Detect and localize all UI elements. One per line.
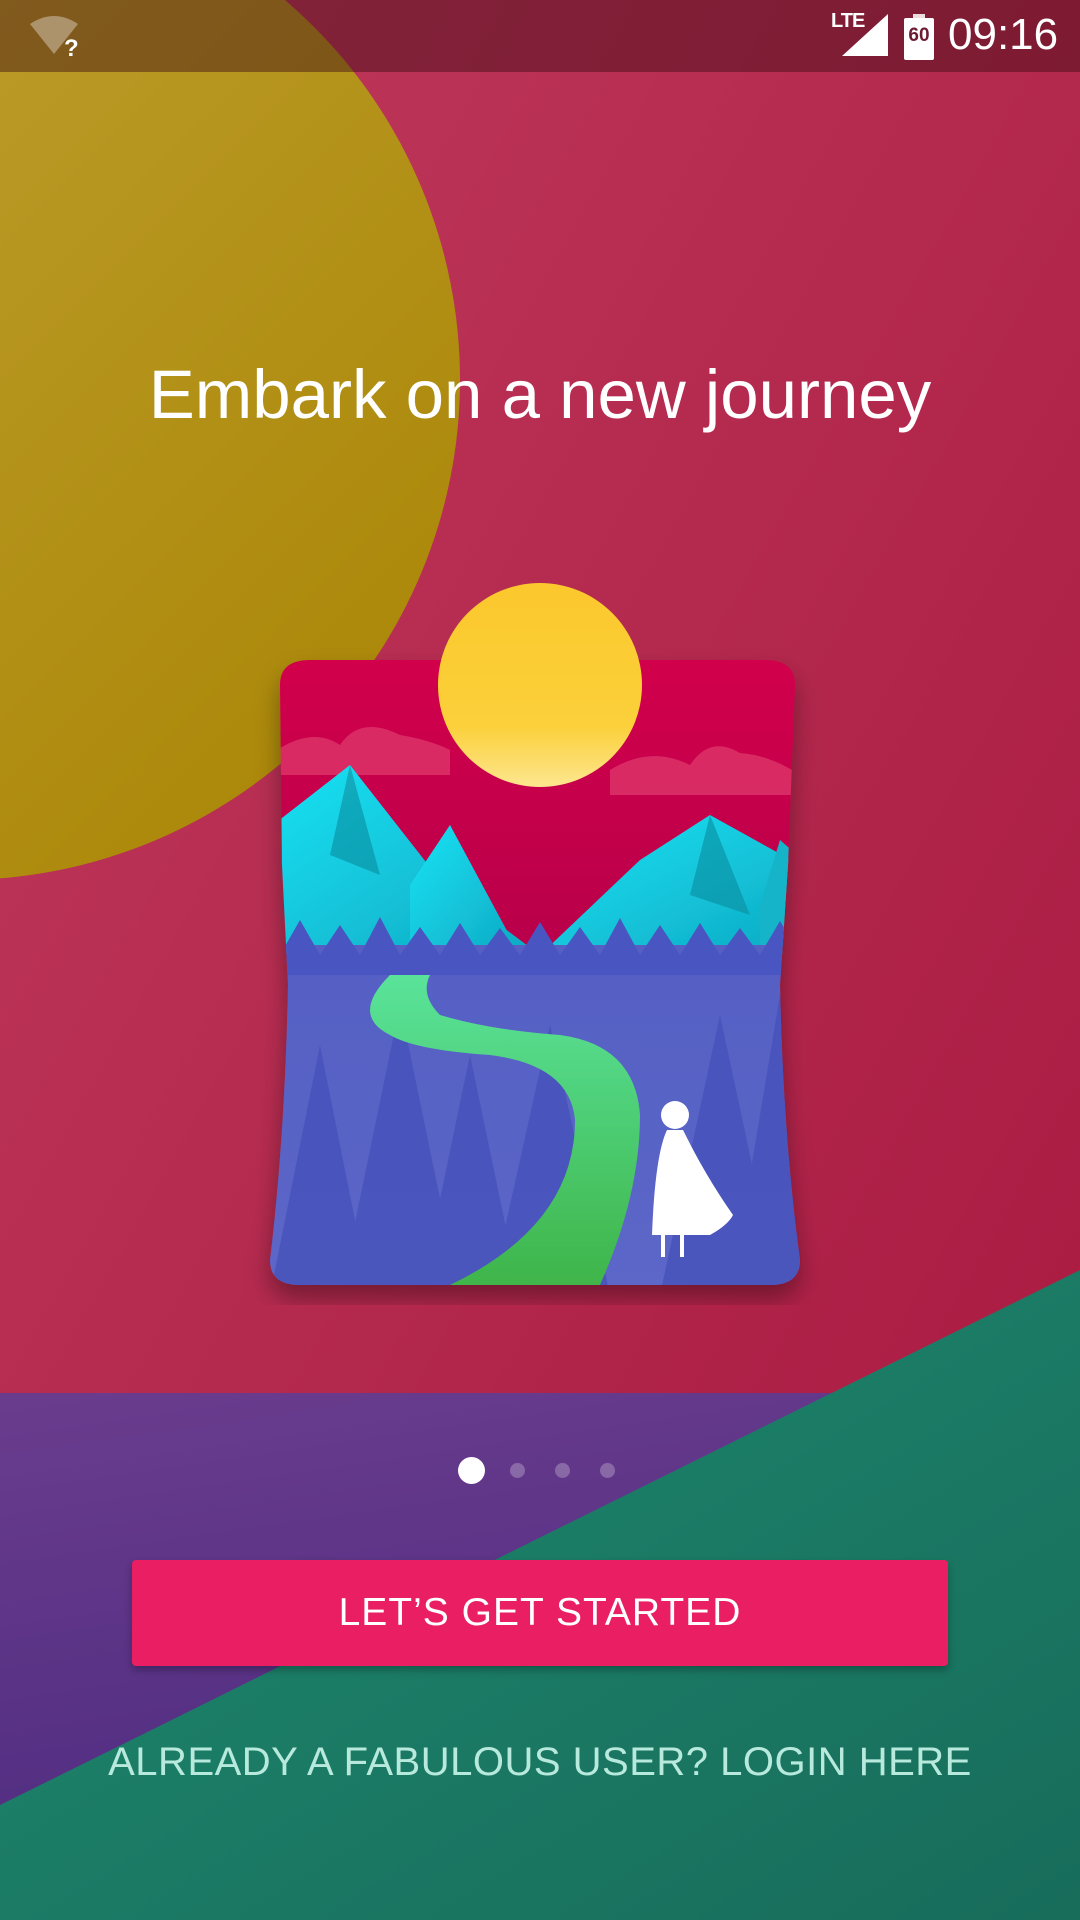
login-link[interactable]: ALREADY A FABULOUS USER? LOGIN HERE — [0, 1740, 1080, 1785]
clock: 09:16 — [948, 10, 1059, 59]
onboarding-headline: Embark on a new journey — [148, 356, 932, 433]
page-indicator — [0, 1457, 1080, 1487]
get-started-button[interactable]: LET’S GET STARTED — [132, 1560, 948, 1666]
status-bar: ? LTE 60 09:16 — [0, 0, 1080, 72]
battery-level: 60 — [908, 25, 930, 46]
page-dot-3[interactable] — [555, 1463, 570, 1478]
page-dot-4[interactable] — [600, 1463, 615, 1478]
sun — [438, 583, 642, 787]
wifi-unknown-icon: ? — [30, 16, 79, 58]
journey-landscape-illustration — [270, 583, 800, 1285]
cell-signal-icon — [842, 14, 888, 56]
page-dot-2[interactable] — [510, 1463, 525, 1478]
wifi-question-glyph: ? — [64, 35, 79, 58]
page-dot-1-active[interactable] — [458, 1457, 485, 1484]
